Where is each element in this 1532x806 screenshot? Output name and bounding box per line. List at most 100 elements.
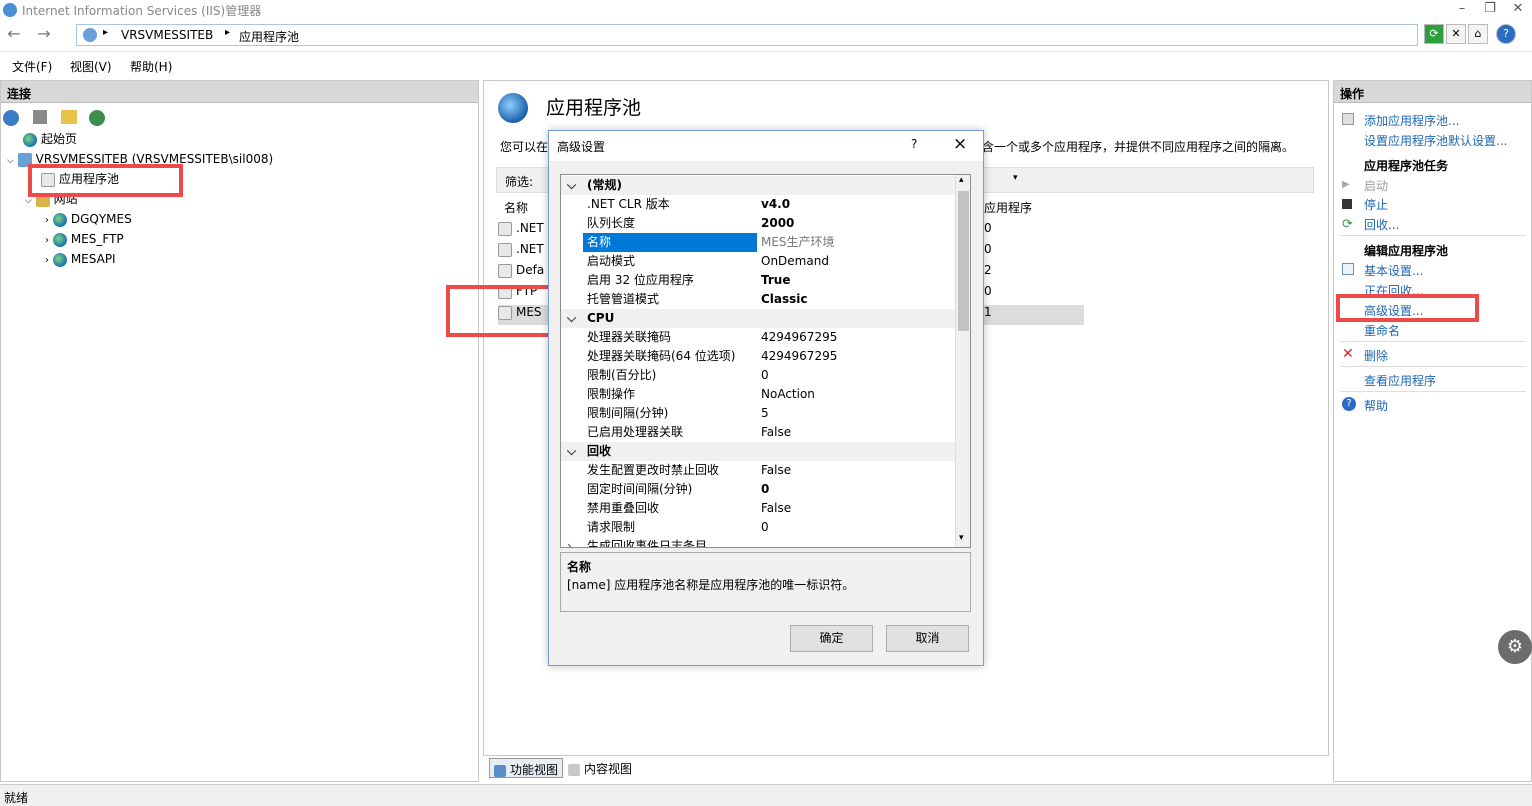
highlight-box-mes-pool bbox=[446, 285, 562, 337]
property-value[interactable]: OnDemand bbox=[761, 252, 829, 271]
property-value[interactable]: 4294967295 bbox=[761, 347, 837, 366]
dialog-help-button[interactable]: ? bbox=[911, 137, 917, 151]
property-value[interactable]: True bbox=[761, 271, 790, 290]
forward-arrow-icon[interactable]: → bbox=[34, 24, 54, 44]
help-icon[interactable]: ? bbox=[1496, 24, 1516, 44]
view-apps-link[interactable]: 查看应用程序 bbox=[1364, 372, 1436, 389]
chevron-right-icon[interactable]: › bbox=[567, 537, 572, 547]
stop-icon[interactable]: ✕ bbox=[1446, 24, 1466, 44]
property-value[interactable]: 2000 bbox=[761, 214, 794, 233]
property-value[interactable]: 0 bbox=[761, 366, 769, 385]
property-row[interactable]: 限制操作 NoAction bbox=[561, 385, 955, 404]
address-segment-pools[interactable]: 应用程序池 bbox=[239, 28, 299, 45]
tab-content-view[interactable]: 内容视图 bbox=[568, 760, 632, 777]
dialog-close-button[interactable]: × bbox=[953, 134, 967, 154]
cancel-button[interactable]: 取消 bbox=[886, 625, 969, 652]
ok-button[interactable]: 确定 bbox=[790, 625, 873, 652]
filter-dropdown-icon[interactable]: ▾ bbox=[1013, 173, 1018, 183]
scroll-down-icon[interactable]: ▾ bbox=[959, 533, 964, 543]
menu-bar: 文件(F) 视图(V) 帮助(H) bbox=[0, 54, 1532, 78]
refresh-icon[interactable]: ⟳ bbox=[1424, 24, 1444, 44]
tree-site-dgqymes[interactable]: › DGQYMES bbox=[45, 209, 132, 229]
property-row[interactable]: 启动模式 OnDemand bbox=[561, 252, 955, 271]
save-icon[interactable] bbox=[33, 110, 47, 124]
basic-settings-link[interactable]: 基本设置... bbox=[1364, 262, 1423, 279]
property-row[interactable]: 已启用处理器关联 False bbox=[561, 423, 955, 442]
property-row[interactable]: 名称 MES生产环境 bbox=[561, 233, 955, 252]
up-folder-icon[interactable] bbox=[61, 110, 77, 124]
disconnect-icon[interactable] bbox=[89, 110, 105, 126]
recycle-link[interactable]: 回收... bbox=[1364, 216, 1399, 233]
property-row[interactable]: 限制间隔(分钟) 5 bbox=[561, 404, 955, 423]
set-defaults-link[interactable]: 设置应用程序池默认设置... bbox=[1364, 132, 1507, 149]
scrollbar-thumb[interactable] bbox=[958, 191, 969, 331]
property-key: (常规) bbox=[587, 178, 622, 192]
address-segment-server[interactable]: VRSVMESSITEB bbox=[121, 28, 213, 42]
property-value[interactable]: 0 bbox=[761, 518, 769, 537]
property-row[interactable]: 托管管道模式 Classic bbox=[561, 290, 955, 309]
menu-view[interactable]: 视图(V) bbox=[70, 58, 112, 75]
property-value[interactable]: v4.0 bbox=[761, 195, 790, 214]
property-value[interactable]: 0 bbox=[761, 480, 769, 499]
rename-link[interactable]: 重命名 bbox=[1364, 322, 1400, 339]
chevron-down-icon[interactable]: ⌵ bbox=[567, 176, 576, 195]
column-header-apps[interactable]: 应用程序 bbox=[984, 199, 1032, 216]
close-window-button[interactable]: ✕ bbox=[1504, 0, 1532, 20]
stop-link[interactable]: 停止 bbox=[1364, 196, 1388, 213]
property-row[interactable]: 固定时间间隔(分钟) 0 bbox=[561, 480, 955, 499]
menu-help[interactable]: 帮助(H) bbox=[130, 58, 172, 75]
restore-button[interactable]: ❐ bbox=[1476, 0, 1504, 20]
chevron-down-icon[interactable]: ⌵ bbox=[567, 309, 576, 328]
property-category[interactable]: ⌵ 回收 bbox=[561, 442, 955, 461]
edit-header: 编辑应用程序池 bbox=[1364, 244, 1449, 258]
globe-icon bbox=[52, 212, 67, 227]
column-header-name[interactable]: 名称 bbox=[504, 199, 528, 216]
stop-square-icon bbox=[1342, 199, 1352, 209]
property-category[interactable]: ⌵ CPU bbox=[561, 309, 955, 328]
property-row[interactable]: 发生配置更改时禁止回收 False bbox=[561, 461, 955, 480]
property-row[interactable]: 处理器关联掩码 4294967295 bbox=[561, 328, 955, 347]
scroll-up-icon[interactable]: ▴ bbox=[959, 175, 964, 185]
gear-icon[interactable]: ⚙ bbox=[1498, 630, 1532, 664]
chevron-down-icon[interactable]: ⌵ bbox=[567, 442, 576, 461]
property-key: 限制操作 bbox=[587, 387, 636, 401]
property-row[interactable]: 队列长度 2000 bbox=[561, 214, 955, 233]
property-key: 处理器关联掩码 bbox=[587, 330, 672, 344]
property-row[interactable]: .NET CLR 版本 v4.0 bbox=[561, 195, 955, 214]
status-bar: 就绪 bbox=[0, 784, 1532, 806]
property-row[interactable]: 禁用重叠回收 False bbox=[561, 499, 955, 518]
tab-features-view[interactable]: 功能视图 bbox=[489, 758, 564, 778]
property-value[interactable]: 4294967295 bbox=[761, 328, 837, 347]
property-value[interactable]: False bbox=[761, 461, 791, 480]
property-value[interactable]: False bbox=[761, 423, 791, 442]
tree-start-page[interactable]: 起始页 bbox=[23, 129, 77, 149]
property-value[interactable]: MES生产环境 bbox=[761, 233, 835, 252]
back-arrow-icon[interactable]: ← bbox=[4, 24, 24, 44]
address-bar[interactable]: ▸ VRSVMESSITEB ▸ 应用程序池 bbox=[76, 24, 1418, 46]
property-row[interactable]: 处理器关联掩码(64 位选项) 4294967295 bbox=[561, 347, 955, 366]
minimize-button[interactable]: – bbox=[1448, 0, 1476, 20]
home-icon[interactable]: ⌂ bbox=[1468, 24, 1488, 44]
property-row[interactable]: 限制(百分比) 0 bbox=[561, 366, 955, 385]
page-title: 应用程序池 bbox=[546, 97, 642, 119]
property-row[interactable]: › 生成回收事件日志条目 bbox=[561, 537, 955, 547]
menu-file[interactable]: 文件(F) bbox=[12, 58, 52, 75]
dialog-titlebar: 高级设置 ? × bbox=[549, 131, 983, 161]
start-link[interactable]: 启动 bbox=[1364, 177, 1388, 194]
delete-link[interactable]: 删除 bbox=[1364, 347, 1388, 364]
property-value[interactable]: False bbox=[761, 499, 791, 518]
property-row[interactable]: 启用 32 位应用程序 True bbox=[561, 271, 955, 290]
property-value[interactable]: Classic bbox=[761, 290, 808, 309]
add-app-pool-link[interactable]: 添加应用程序池... bbox=[1364, 112, 1459, 129]
property-value[interactable]: 5 bbox=[761, 404, 769, 423]
tree-site-mes-ftp[interactable]: › MES_FTP bbox=[45, 229, 124, 249]
app-pool-icon bbox=[498, 263, 512, 278]
help-link[interactable]: 帮助 bbox=[1364, 397, 1388, 414]
tree-site-mesapi[interactable]: › MESAPI bbox=[45, 249, 116, 269]
property-value[interactable]: NoAction bbox=[761, 385, 815, 404]
property-grid[interactable]: ▴ ▾ ⌵ (常规) .NET CLR 版本 v4.0 队列长度 2000 名称 MES生产环… bbox=[560, 174, 971, 548]
property-grid-scrollbar[interactable]: ▴ ▾ bbox=[955, 175, 970, 547]
connect-icon[interactable] bbox=[3, 110, 19, 126]
property-category[interactable]: ⌵ (常规) bbox=[561, 176, 955, 195]
property-row[interactable]: 请求限制 0 bbox=[561, 518, 955, 537]
